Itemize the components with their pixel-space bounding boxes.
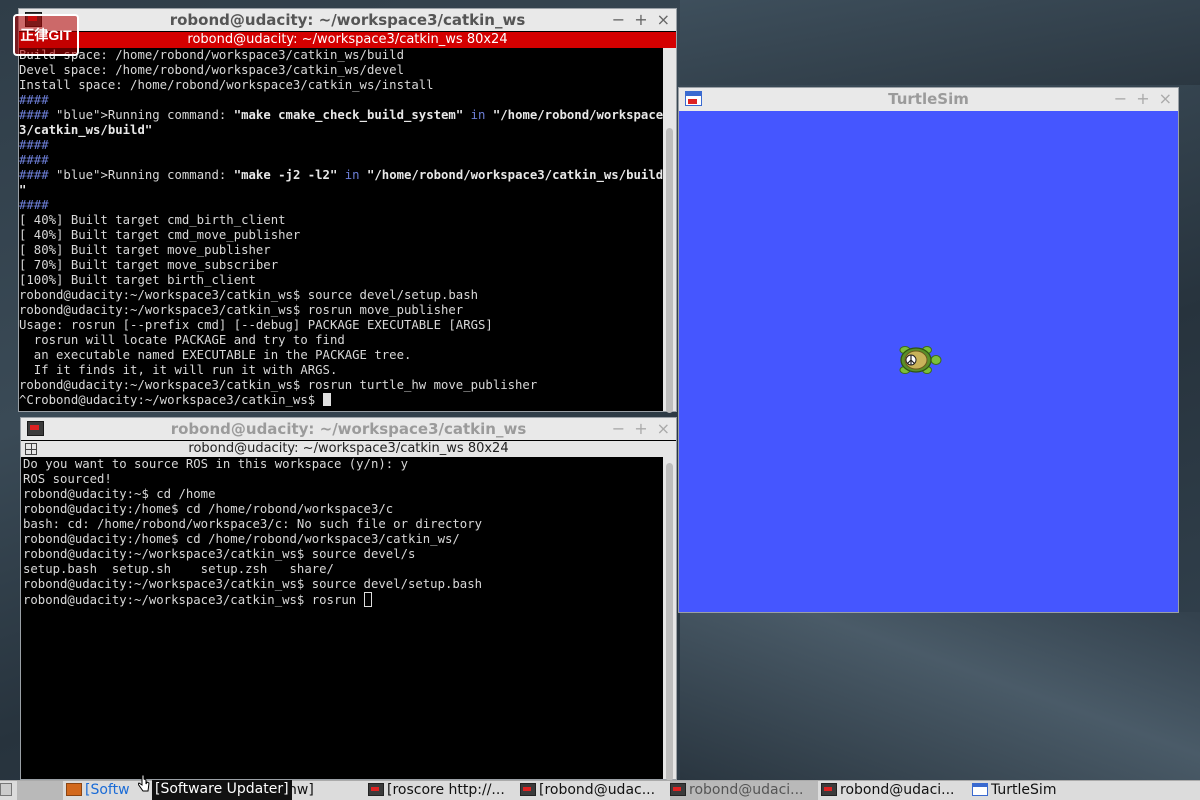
terminal-tab-label: robond@udacity: ~/workspace3/catkin_ws 8…: [187, 32, 508, 47]
terminal-line: ROS sourced!: [23, 472, 112, 486]
terminal-bottom-titlebar[interactable]: robond@udacity: ~/workspace3/catkin_ws −…: [21, 418, 676, 440]
terminal-line: bash: cd: /home/robond/workspace3/c: No …: [23, 517, 483, 531]
terminal-line: ####: [19, 153, 49, 167]
terminal-line: [ 70%] Built target move_subscriber: [19, 258, 279, 272]
terminal-line: Build space: /home/robond/workspace3/cat…: [19, 48, 404, 62]
taskbar-item-terminal-3[interactable]: robond@udaci...: [821, 781, 969, 800]
window-title: robond@udacity: ~/workspace3/catkin_ws: [170, 420, 527, 438]
terminal-line: If it finds it, it will run it with ARGS…: [19, 363, 338, 377]
scrollbar[interactable]: [663, 48, 676, 413]
taskbar-item-turtlesim[interactable]: TurtleSim: [972, 781, 1102, 800]
terminal-line: ^Crobond@udacity:~/workspace3/catkin_ws$: [19, 393, 663, 408]
close-button[interactable]: ×: [657, 9, 670, 31]
terminal-tab-bar[interactable]: robond@udacity: ~/workspace3/catkin_ws 8…: [19, 32, 676, 48]
maximize-button[interactable]: +: [1136, 88, 1149, 110]
terminal-line: Devel space: /home/robond/workspace3/cat…: [19, 63, 404, 77]
terminal-line: [ 40%] Built target cmd_move_publisher: [19, 228, 301, 242]
mouse-cursor-icon: [138, 774, 150, 792]
turtlesim-canvas: [679, 111, 1178, 612]
close-button[interactable]: ×: [1159, 88, 1172, 110]
terminal-line: 3/catkin_ws/build": [19, 123, 153, 137]
terminal-line: [ 80%] Built target move_publisher: [19, 243, 271, 257]
terminal-output[interactable]: Build space: /home/robond/workspace3/cat…: [19, 48, 663, 411]
terminal-line: ####: [19, 93, 49, 107]
terminal-line: #### "blue">Running command: "make -j2 -…: [19, 168, 663, 182]
taskbar-item-turtle-hw[interactable]: hw]: [288, 781, 363, 800]
turtlesim-window[interactable]: TurtleSim − + ×: [678, 87, 1179, 613]
scrollbar[interactable]: [663, 457, 676, 781]
terminal-line: robond@udacity:~$ cd /home: [23, 487, 216, 501]
terminal-icon: [821, 783, 837, 796]
package-icon: [66, 783, 82, 796]
terminal-tab-label: robond@udacity: ~/workspace3/catkin_ws 8…: [188, 441, 509, 456]
minimize-button[interactable]: −: [612, 418, 625, 440]
window-title: TurtleSim: [888, 90, 969, 108]
turtlesim-icon: [972, 783, 988, 796]
terminal-window-bottom[interactable]: robond@udacity: ~/workspace3/catkin_ws −…: [20, 417, 677, 781]
terminal-icon: [670, 783, 686, 796]
terminal-icon: [368, 783, 384, 796]
terminal-line: robond@udacity:~/workspace3/catkin_ws$ s…: [23, 577, 483, 591]
terminal-line: robond@udacity:~/workspace3/catkin_ws$ s…: [23, 547, 416, 561]
maximize-button[interactable]: +: [634, 418, 647, 440]
text-cursor: [363, 592, 372, 607]
watermark-logo: 正律GIT: [13, 14, 79, 56]
taskbar-item-terminal-2[interactable]: robond@udaci...: [670, 781, 818, 800]
workspace-switcher[interactable]: [17, 781, 63, 800]
scrollbar-thumb[interactable]: [666, 463, 673, 781]
terminal-line: Do you want to source ROS in this worksp…: [23, 457, 408, 471]
terminal-line: robond@udacity:/home$ cd /home/robond/wo…: [23, 532, 460, 546]
terminal-line: ####: [19, 198, 49, 212]
maximize-button[interactable]: +: [634, 9, 647, 31]
turtlesim-titlebar[interactable]: TurtleSim − + ×: [679, 88, 1178, 110]
terminal-line: an executable named EXECUTABLE in the PA…: [19, 348, 412, 362]
terminal-output[interactable]: Do you want to source ROS in this worksp…: [21, 457, 663, 779]
terminal-line: Usage: rosrun [--prefix cmd] [--debug] P…: [19, 318, 493, 332]
terminal-line: Install space: /home/robond/workspace3/c…: [19, 78, 434, 92]
terminal-line: robond@udacity:/home$ cd /home/robond/wo…: [23, 502, 394, 516]
terminal-top-titlebar[interactable]: robond@udacity: ~/workspace3/catkin_ws −…: [19, 9, 676, 31]
window-title: robond@udacity: ~/workspace3/catkin_ws: [169, 11, 526, 29]
terminal-icon: [27, 421, 44, 436]
desktop-wallpaper-bottom: [680, 612, 1200, 780]
split-layout-icon[interactable]: [25, 443, 37, 455]
terminal-line: [100%] Built target birth_client: [19, 273, 256, 287]
minimize-button[interactable]: −: [1114, 88, 1127, 110]
terminal-line: ####: [19, 138, 49, 152]
close-button[interactable]: ×: [657, 418, 670, 440]
terminal-line: robond@udacity:~/workspace3/catkin_ws$ r…: [19, 303, 464, 317]
minimize-button[interactable]: −: [612, 9, 625, 31]
taskbar-item-terminal-1[interactable]: [robond@udac...: [520, 781, 668, 800]
turtle-icon: [899, 346, 942, 375]
terminal-line: rosrun will locate PACKAGE and try to fi…: [19, 333, 345, 347]
terminal-line: robond@udacity:~/workspace3/catkin_ws$ s…: [19, 288, 479, 302]
show-desktop-button[interactable]: [0, 781, 16, 800]
app-icon: [685, 91, 702, 106]
terminal-window-top[interactable]: robond@udacity: ~/workspace3/catkin_ws −…: [18, 8, 677, 413]
terminal-line: robond@udacity:~/workspace3/catkin_ws$ r…: [23, 592, 663, 607]
text-cursor: [322, 393, 331, 406]
terminal-line: ": [19, 183, 27, 197]
taskbar-item-roscore[interactable]: [roscore http://...: [368, 781, 516, 800]
scrollbar-thumb[interactable]: [666, 128, 673, 413]
terminal-line: robond@udacity:~/workspace3/catkin_ws$ r…: [19, 378, 538, 392]
desktop-wallpaper-top: [680, 0, 1200, 85]
terminal-tab-bar[interactable]: robond@udacity: ~/workspace3/catkin_ws 8…: [21, 441, 676, 457]
terminal-line: [ 40%] Built target cmd_birth_client: [19, 213, 286, 227]
terminal-line: #### "blue">Running command: "make cmake…: [19, 108, 663, 122]
terminal-line: setup.bash setup.sh setup.zsh share/: [23, 562, 334, 576]
taskbar-tooltip: [Software Updater]: [152, 780, 292, 800]
terminal-icon: [520, 783, 536, 796]
